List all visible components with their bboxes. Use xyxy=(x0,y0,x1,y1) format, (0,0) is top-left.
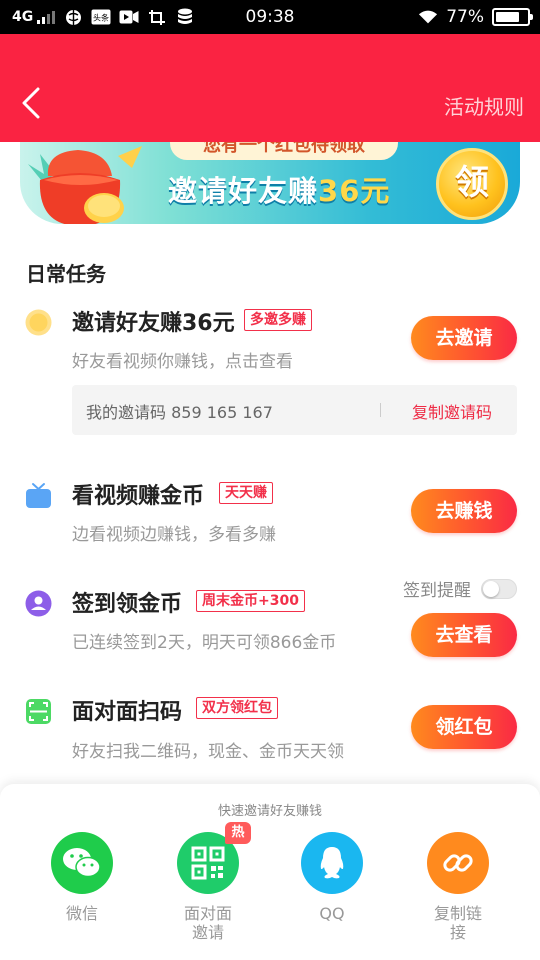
share-panel-title: 快速邀请好友赚钱 xyxy=(217,804,322,819)
battery-percent: 77% xyxy=(446,7,484,27)
share-label: QQ xyxy=(319,904,345,923)
battery-icon xyxy=(492,8,533,26)
qq-icon[interactable] xyxy=(301,832,363,894)
banner-title-prefix: 邀请好友赚 xyxy=(168,174,319,208)
task-title: 看视频赚金币 xyxy=(72,484,205,509)
task-tag: 周末金币+300 xyxy=(196,590,305,612)
task-description: 好友看视频你赚钱，点击查看 xyxy=(72,352,293,372)
share-qq[interactable]: QQ xyxy=(282,832,382,923)
wechat-icon[interactable] xyxy=(51,832,113,894)
invite-code-box: 我的邀请码 859 165 167 复制邀请码 xyxy=(72,385,517,435)
coin-icon xyxy=(25,309,52,336)
activity-rules-link[interactable]: 活动规则 xyxy=(444,91,524,120)
banner-title: 邀请好友赚36元 xyxy=(168,168,390,210)
share-label: 复制链 接 xyxy=(433,904,482,942)
wifi-icon xyxy=(418,8,438,26)
share-wechat[interactable]: 微信 xyxy=(32,832,132,923)
task-title: 面对面扫码 xyxy=(72,700,183,725)
claim-coin-button[interactable]: 领 xyxy=(436,148,508,220)
daily-tasks-title: 日常任务 xyxy=(26,262,106,286)
task-title: 签到领金币 xyxy=(72,592,183,617)
invite-banner[interactable]: 您有一个红包待领取 邀请好友赚36元 领 xyxy=(20,142,520,224)
share-label: 面对面 邀请 xyxy=(183,904,232,942)
share-panel: 快速邀请好友赚钱 微信 热 面对面 邀请 QQ 复制链 接 xyxy=(0,784,540,960)
task-description: 好友扫我二维码，现金、金币天天领 xyxy=(72,742,344,762)
link-icon[interactable] xyxy=(427,832,489,894)
status-bar: 4G 头条 09:38 77% xyxy=(0,0,540,34)
red-envelope-bag-icon xyxy=(28,146,142,224)
share-face-to-face[interactable]: 热 面对面 邀请 xyxy=(158,822,258,942)
task-description: 边看视频边赚钱，多看多赚 xyxy=(72,525,276,545)
toggle-knob xyxy=(483,580,499,597)
scan-icon xyxy=(26,699,51,724)
sign-reminder: 签到提醒 xyxy=(403,576,517,601)
sign-reminder-label: 签到提醒 xyxy=(403,581,471,601)
banner-title-amount: 36元 xyxy=(318,174,391,208)
back-arrow-icon[interactable] xyxy=(14,86,48,120)
status-right: 77% xyxy=(418,0,533,34)
invite-code-label: 我的邀请码 859 165 167 xyxy=(86,403,273,422)
share-label: 微信 xyxy=(65,904,98,923)
banner-top-text: 您有一个红包待领取 xyxy=(170,142,398,160)
invite-button[interactable]: 去邀请 xyxy=(411,316,517,360)
task-tag: 天天赚 xyxy=(219,482,273,504)
share-copy-link[interactable]: 复制链 接 xyxy=(408,832,508,942)
sign-reminder-toggle[interactable] xyxy=(481,578,517,599)
tv-icon xyxy=(26,483,51,508)
copy-invite-code-button[interactable]: 复制邀请码 xyxy=(412,399,492,423)
earn-money-button[interactable]: 去赚钱 xyxy=(411,489,517,533)
view-sign-in-button[interactable]: 去查看 xyxy=(411,613,517,657)
user-pin-icon xyxy=(25,590,52,617)
task-description: 已连续签到2天，明天可领866金币 xyxy=(72,633,337,653)
task-title: 邀请好友赚36元 xyxy=(72,311,235,336)
task-tag: 双方领红包 xyxy=(196,697,278,719)
qrcode-icon[interactable]: 热 xyxy=(177,822,251,894)
divider xyxy=(380,403,381,417)
app-header: 活动规则 xyxy=(0,34,540,142)
claim-red-packet-button[interactable]: 领红包 xyxy=(411,705,517,749)
hot-badge: 热 xyxy=(225,822,251,844)
task-tag: 多邀多赚 xyxy=(244,309,312,331)
